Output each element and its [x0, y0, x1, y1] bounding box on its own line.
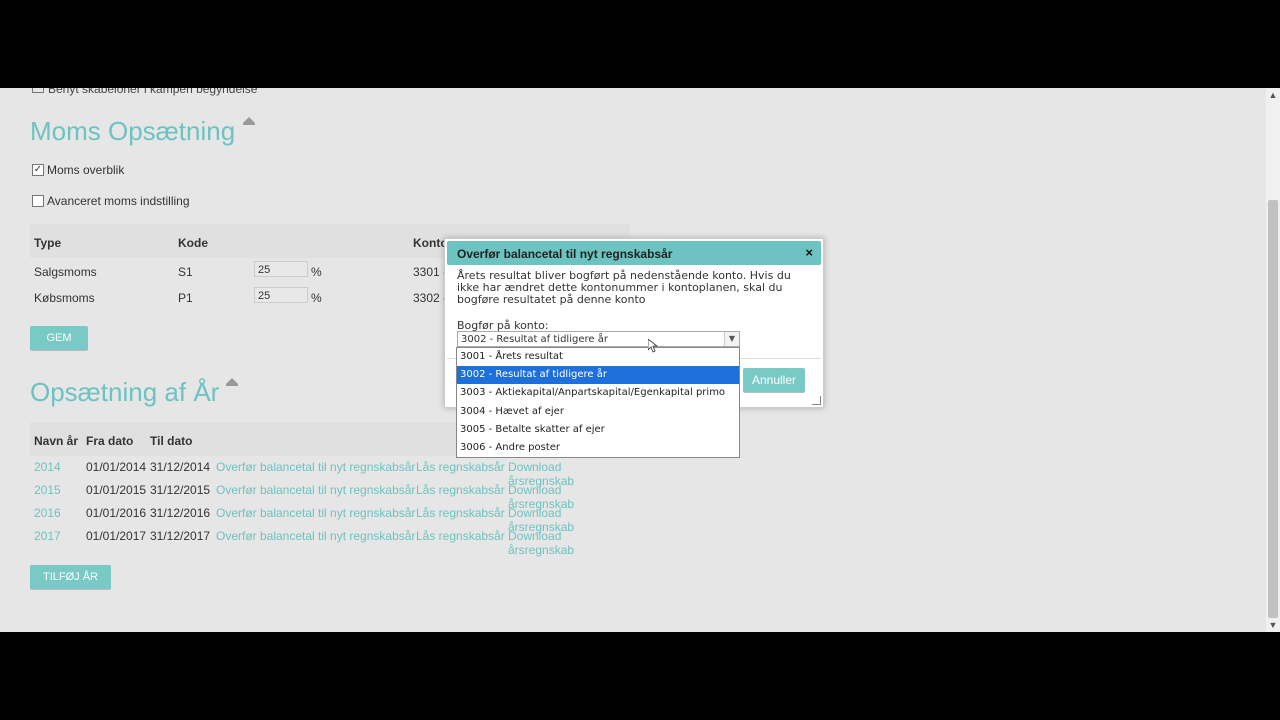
vertical-scrollbar[interactable]: ▲ ▼: [1266, 88, 1280, 632]
dialog-message: Årets resultat bliver bogført på nedenst…: [457, 270, 807, 306]
transfer-link[interactable]: Overfør balancetal til nyt regnskabsår: [216, 529, 415, 543]
table-row: 2015 01/01/2015 31/12/2015 Overfør balan…: [30, 479, 630, 511]
transfer-link[interactable]: Overfør balancetal til nyt regnskabsår: [216, 506, 415, 520]
mouse-cursor-icon: [648, 339, 658, 353]
lock-link[interactable]: Lås regnskabsår: [416, 483, 505, 497]
dropdown-option[interactable]: 3001 - Årets resultat: [457, 348, 739, 366]
dropdown-option[interactable]: 3004 - Hævet af ejer: [457, 403, 739, 421]
col-navn: Navn år: [34, 434, 79, 448]
transfer-link[interactable]: Overfør balancetal til nyt regnskabsår: [216, 460, 415, 474]
year-from: 01/01/2015: [86, 483, 147, 497]
year-to: 31/12/2014: [150, 460, 211, 474]
collapse-up-icon[interactable]: [243, 117, 255, 125]
col-til: Til dato: [150, 434, 193, 448]
moms-section-title: Moms Opsætning: [30, 116, 236, 146]
table-row: 2017 01/01/2017 31/12/2017 Overfør balan…: [30, 525, 630, 557]
table-row: 2014 01/01/2014 31/12/2014 Overfør balan…: [30, 456, 630, 488]
dialog-message-line: bogføre resultatet på denne konto: [457, 293, 646, 306]
col-konto: Konto: [413, 236, 448, 250]
template-checkbox-row[interactable]: Benyt skabeloner i kampen begyndelse: [32, 88, 257, 96]
browser-viewport: Benyt skabeloner i kampen begyndelse Mom…: [0, 88, 1280, 632]
year-from: 01/01/2017: [86, 529, 147, 543]
lock-link[interactable]: Lås regnskabsår: [416, 460, 505, 474]
year-link[interactable]: 2017: [34, 529, 61, 543]
dialog-titlebar[interactable]: Overfør balancetal til nyt regnskabsår ×: [447, 241, 821, 265]
scrollbar-thumb[interactable]: [1268, 200, 1278, 618]
dropdown-option[interactable]: 3005 - Betalte skatter af ejer: [457, 421, 739, 439]
collapse-up-icon[interactable]: [226, 378, 238, 386]
vat-konto[interactable]: 3302 -: [413, 291, 447, 305]
template-checkbox[interactable]: [32, 88, 44, 93]
col-type: Type: [34, 236, 62, 250]
dropdown-option-selected[interactable]: 3002 - Resultat af tidligere år: [457, 366, 739, 385]
account-select[interactable]: 3002 - Resultat af tidligere år ▼: [457, 331, 740, 347]
year-from: 01/01/2014: [86, 460, 147, 474]
year-to: 31/12/2015: [150, 483, 211, 497]
vat-kode: P1: [178, 291, 193, 305]
vat-type: Salgsmoms: [34, 265, 97, 279]
col-fra: Fra dato: [86, 434, 134, 448]
moms-avanceret-checkbox[interactable]: [32, 195, 44, 207]
vat-konto[interactable]: 3301 -: [413, 265, 447, 279]
account-dropdown-list: 3001 - Årets resultat 3002 - Resultat af…: [456, 347, 740, 458]
year-link[interactable]: 2015: [34, 483, 61, 497]
vat-kode: S1: [178, 265, 193, 279]
download-link[interactable]: Download årsregnskab: [508, 529, 630, 557]
moms-overblik-row[interactable]: ✓ Moms overblik: [32, 163, 124, 177]
vat-type: Købsmoms: [34, 291, 95, 305]
resize-handle-icon[interactable]: [812, 396, 821, 405]
add-year-button[interactable]: TILFØJ ÅR: [30, 565, 111, 589]
lock-link[interactable]: Lås regnskabsår: [416, 529, 505, 543]
year-link[interactable]: 2014: [34, 460, 61, 474]
moms-overblik-checkbox[interactable]: ✓: [32, 164, 44, 176]
moms-avanceret-label: Avanceret moms indstilling: [47, 194, 190, 208]
dialog-title: Overfør balancetal til nyt regnskabsår: [457, 247, 673, 261]
close-icon[interactable]: ×: [805, 245, 813, 260]
settings-page: Benyt skabeloner i kampen begyndelse Mom…: [0, 88, 1266, 632]
year-link[interactable]: 2016: [34, 506, 61, 520]
years-section-title: Opsætning af År: [30, 377, 220, 407]
dropdown-option[interactable]: 3006 - Andre poster: [457, 439, 739, 457]
transfer-link[interactable]: Overfør balancetal til nyt regnskabsår: [216, 483, 415, 497]
table-row: 2016 01/01/2016 31/12/2016 Overfør balan…: [30, 502, 630, 534]
year-to: 31/12/2017: [150, 529, 211, 543]
year-to: 31/12/2016: [150, 506, 211, 520]
lock-link[interactable]: Lås regnskabsår: [416, 506, 505, 520]
scroll-up-icon[interactable]: ▲: [1266, 88, 1280, 102]
account-select-value: 3002 - Resultat af tidligere år: [461, 334, 608, 345]
moms-overblik-label: Moms overblik: [47, 163, 125, 177]
vat-pct-input[interactable]: 25: [254, 261, 308, 277]
vat-pct-unit: %: [311, 265, 322, 279]
vat-pct-input[interactable]: 25: [254, 287, 308, 303]
moms-avanceret-row[interactable]: Avanceret moms indstilling: [32, 194, 190, 208]
year-from: 01/01/2016: [86, 506, 147, 520]
cancel-button[interactable]: Annuller: [743, 368, 805, 392]
scroll-down-icon[interactable]: ▼: [1266, 618, 1280, 632]
template-checkbox-label: Benyt skabeloner i kampen begyndelse: [48, 88, 258, 96]
chevron-down-icon[interactable]: ▼: [724, 332, 739, 346]
save-button[interactable]: GEM: [30, 326, 88, 350]
dropdown-option[interactable]: 3003 - Aktiekapital/Anpartskapital/Egenk…: [457, 384, 739, 402]
col-kode: Kode: [178, 236, 208, 250]
vat-pct-unit: %: [311, 291, 322, 305]
